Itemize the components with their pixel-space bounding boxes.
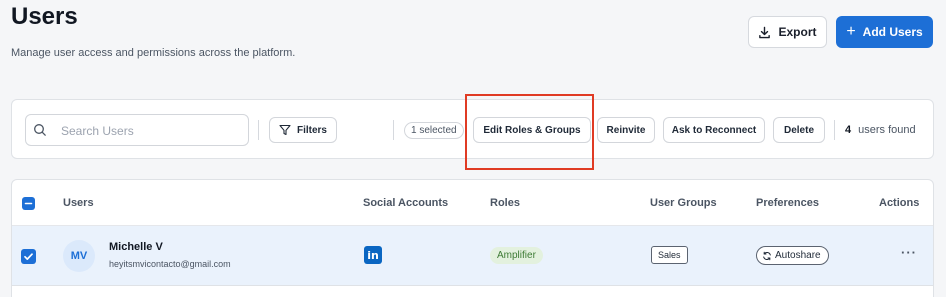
toolbar-divider [258,120,259,140]
avatar: MV [63,240,95,272]
delete-button[interactable]: Delete [773,117,825,143]
users-found-count: 4 users found [845,124,916,136]
minus-icon [24,202,33,205]
add-users-button[interactable]: + Add Users [836,16,933,48]
filters-button[interactable]: Filters [269,117,337,143]
add-users-label: Add Users [862,25,923,39]
filter-icon [279,124,291,136]
select-all-checkbox[interactable] [22,197,35,210]
user-email: heyitsmvicontacto@gmail.com [109,259,231,269]
user-name: Michelle V [109,241,163,253]
reinvite-button[interactable]: Reinvite [597,117,655,143]
selected-count-badge: 1 selected [404,122,464,139]
column-preferences[interactable]: Preferences [756,197,819,209]
toolbar-divider [834,120,835,140]
users-table: Users Social Accounts Roles User Groups … [11,179,934,297]
check-icon [24,253,33,260]
export-button[interactable]: Export [748,16,827,48]
filters-label: Filters [296,124,327,136]
page-title: Users [11,3,78,30]
preference-label: Autoshare [775,250,821,261]
search-input[interactable]: Search Users [25,114,249,146]
refresh-icon [763,251,771,260]
toolbar-divider [393,120,394,140]
role-badge: Amplifier [490,247,543,264]
search-placeholder: Search Users [61,124,134,138]
column-social-accounts[interactable]: Social Accounts [363,197,448,209]
ask-to-reconnect-button[interactable]: Ask to Reconnect [663,117,765,143]
export-label: Export [778,25,817,39]
users-count-label: users found [858,124,916,136]
download-icon [759,26,771,38]
search-icon [34,124,46,136]
linkedin-icon[interactable]: in [364,246,382,264]
plus-icon: + [846,22,856,40]
group-badge: Sales [651,246,688,264]
users-count-number: 4 [845,124,852,136]
table-row[interactable]: MV Michelle V heyitsmvicontacto@gmail.co… [12,226,933,286]
column-user-groups[interactable]: User Groups [650,197,717,209]
column-roles[interactable]: Roles [490,197,520,209]
row-checkbox[interactable] [21,249,36,264]
column-actions: Actions [879,197,920,209]
preference-badge: Autoshare [756,246,829,265]
highlight-box [465,94,594,170]
more-actions-icon[interactable]: ··· [901,245,917,260]
column-users[interactable]: Users [63,197,94,209]
table-header: Users Social Accounts Roles User Groups … [12,180,933,226]
page-subtitle: Manage user access and permissions acros… [11,47,296,59]
